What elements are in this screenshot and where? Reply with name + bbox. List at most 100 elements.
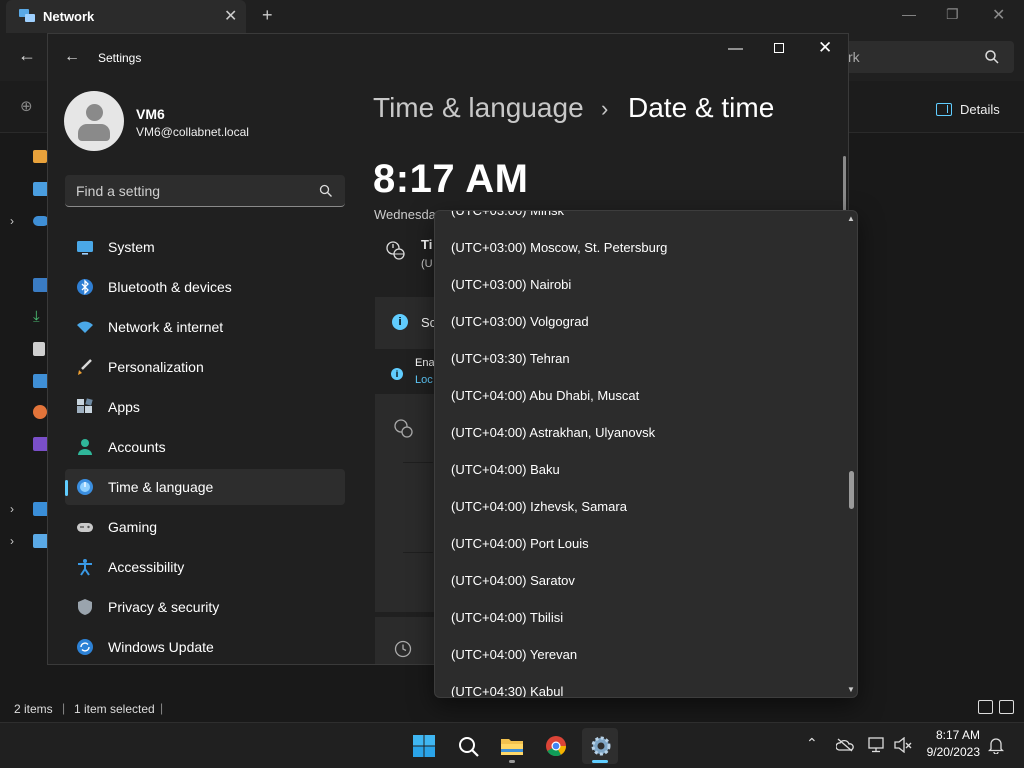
- details-view-icon[interactable]: [978, 700, 993, 714]
- time-zone-dropdown[interactable]: (UTC+03:00) Minsk (UTC+03:00) Moscow, St.…: [434, 210, 858, 698]
- wifi-icon: [76, 318, 94, 336]
- status-divider: |: [160, 701, 164, 715]
- new-item-icon[interactable]: ⊕: [20, 97, 33, 115]
- onedrive-offline-icon[interactable]: [836, 738, 854, 752]
- time-zone-option[interactable]: (UTC+04:00) Yerevan: [435, 636, 845, 673]
- nav-item-apps[interactable]: Apps: [65, 389, 345, 425]
- notification-bell-icon[interactable]: [988, 736, 1004, 754]
- network-status-icon[interactable]: [868, 737, 886, 753]
- status-selected-count: 1 item selected: [74, 702, 155, 716]
- restore-icon[interactable]: ❐: [946, 6, 959, 23]
- user-name: VM6: [136, 106, 165, 122]
- nav-item-label: Privacy & security: [108, 599, 220, 615]
- time-zone-option[interactable]: (UTC+04:00) Izhevsk, Samara: [435, 488, 845, 525]
- back-arrow-icon[interactable]: ←: [18, 45, 36, 66]
- clock-icon: [394, 640, 412, 658]
- documents-icon[interactable]: [33, 342, 45, 356]
- taskbar-time[interactable]: 8:17 AM: [928, 728, 980, 742]
- details-button[interactable]: Details: [936, 99, 1000, 119]
- maximize-icon[interactable]: [774, 43, 784, 53]
- taskbar-search-button[interactable]: [450, 728, 486, 764]
- search-icon: [985, 50, 999, 64]
- time-zone-option[interactable]: (UTC+04:00) Port Louis: [435, 525, 845, 562]
- find-setting-input[interactable]: Find a setting: [65, 175, 345, 207]
- details-pane-icon: [936, 102, 952, 116]
- new-tab-icon[interactable]: +: [262, 5, 273, 26]
- time-zone-option[interactable]: (UTC+03:00) Minsk: [435, 211, 845, 229]
- minimize-icon[interactable]: —: [902, 6, 916, 22]
- time-zone-option[interactable]: (UTC+04:00) Baku: [435, 451, 845, 488]
- volume-muted-icon[interactable]: [894, 737, 912, 753]
- time-zone-option[interactable]: (UTC+04:00) Astrakhan, Ulyanovsk: [435, 414, 845, 451]
- chrome-icon: [546, 736, 567, 757]
- time-zone-option[interactable]: (UTC+03:00) Moscow, St. Petersburg: [435, 229, 845, 266]
- time-zone-value: (U: [421, 258, 433, 270]
- time-zone-option[interactable]: (UTC+03:30) Tehran: [435, 340, 845, 377]
- nav-item-system[interactable]: System: [65, 229, 345, 265]
- minimize-icon[interactable]: —: [728, 40, 743, 57]
- nav-item-windows-update[interactable]: Windows Update: [65, 629, 345, 664]
- status-bar: 2 items | 1 item selected |: [0, 697, 1024, 722]
- breadcrumb-parent[interactable]: Time & language: [373, 92, 584, 124]
- shield-icon: [76, 598, 94, 616]
- card-divider: [403, 552, 433, 553]
- nav-item-network-internet[interactable]: Network & internet: [65, 309, 345, 345]
- back-arrow-icon[interactable]: ←: [64, 48, 80, 66]
- nav-item-personalization[interactable]: Personalization: [65, 349, 345, 385]
- chevron-right-icon[interactable]: ›: [10, 534, 14, 548]
- globe-clock-icon: [386, 241, 405, 260]
- nav-item-label: Gaming: [108, 519, 158, 535]
- start-button[interactable]: [406, 728, 442, 764]
- folder-icon: [501, 739, 523, 755]
- nav-item-privacy-security[interactable]: Privacy & security: [65, 589, 345, 625]
- nav-item-label: Personalization: [108, 359, 204, 375]
- apps-icon: [76, 398, 94, 416]
- explorer-tab-title: Network: [43, 9, 95, 24]
- explorer-tab[interactable]: Network ✕: [6, 0, 246, 33]
- update-icon: [76, 638, 94, 656]
- monitor-icon: [76, 238, 94, 256]
- taskbar-date[interactable]: 9/20/2023: [918, 745, 980, 759]
- nav-item-accessibility[interactable]: Accessibility: [65, 549, 345, 585]
- nav-item-time-language[interactable]: Time & language: [65, 469, 345, 505]
- taskbar: ⌃: [0, 722, 1024, 768]
- windows-logo-icon: [413, 735, 435, 757]
- close-icon[interactable]: ✕: [818, 38, 832, 58]
- music-icon[interactable]: [33, 405, 47, 419]
- tiles-view-icon[interactable]: [999, 700, 1014, 714]
- chevron-right-icon[interactable]: ›: [10, 214, 14, 228]
- scrollbar-thumb[interactable]: [849, 471, 854, 509]
- explorer-search-box[interactable]: rk: [830, 41, 1014, 73]
- explorer-search-text: rk: [848, 49, 860, 65]
- location-settings-link[interactable]: Loc: [415, 374, 433, 386]
- close-tab-icon[interactable]: ✕: [224, 6, 237, 26]
- time-zone-option[interactable]: (UTC+04:30) Kabul: [435, 673, 845, 697]
- window-title: Settings: [98, 51, 142, 65]
- network-icon: [19, 9, 35, 22]
- time-zone-option[interactable]: (UTC+03:00) Volgograd: [435, 303, 845, 340]
- time-zone-option[interactable]: (UTC+03:00) Nairobi: [435, 266, 845, 303]
- selection-indicator: [65, 480, 68, 496]
- time-zone-option[interactable]: (UTC+04:00) Saratov: [435, 562, 845, 599]
- scroll-up-icon[interactable]: ▲: [847, 214, 855, 223]
- nav-item-bluetooth-devices[interactable]: Bluetooth & devices: [65, 269, 345, 305]
- chevron-up-icon[interactable]: ⌃: [806, 735, 818, 752]
- home-icon[interactable]: [33, 150, 47, 163]
- avatar[interactable]: [64, 91, 124, 151]
- scroll-down-icon[interactable]: ▼: [847, 685, 855, 694]
- time-zone-option[interactable]: (UTC+04:00) Abu Dhabi, Muscat: [435, 377, 845, 414]
- running-indicator: [509, 760, 515, 763]
- nav-item-gaming[interactable]: Gaming: [65, 509, 345, 545]
- avatar-body: [78, 124, 110, 141]
- settings-taskbar-button[interactable]: [582, 728, 618, 764]
- chrome-taskbar-button[interactable]: [538, 728, 574, 764]
- chevron-right-icon[interactable]: ›: [10, 502, 14, 516]
- info-icon: i: [392, 314, 408, 330]
- file-explorer-taskbar-button[interactable]: [494, 728, 530, 764]
- time-zone-list: (UTC+03:00) Minsk (UTC+03:00) Moscow, St.…: [435, 211, 845, 697]
- nav-item-accounts[interactable]: Accounts: [65, 429, 345, 465]
- time-zone-option[interactable]: (UTC+04:00) Tbilisi: [435, 599, 845, 636]
- scrollbar-thumb[interactable]: [843, 156, 846, 211]
- user-email: VM6@collabnet.local: [136, 125, 249, 139]
- close-window-icon[interactable]: ✕: [992, 5, 1005, 25]
